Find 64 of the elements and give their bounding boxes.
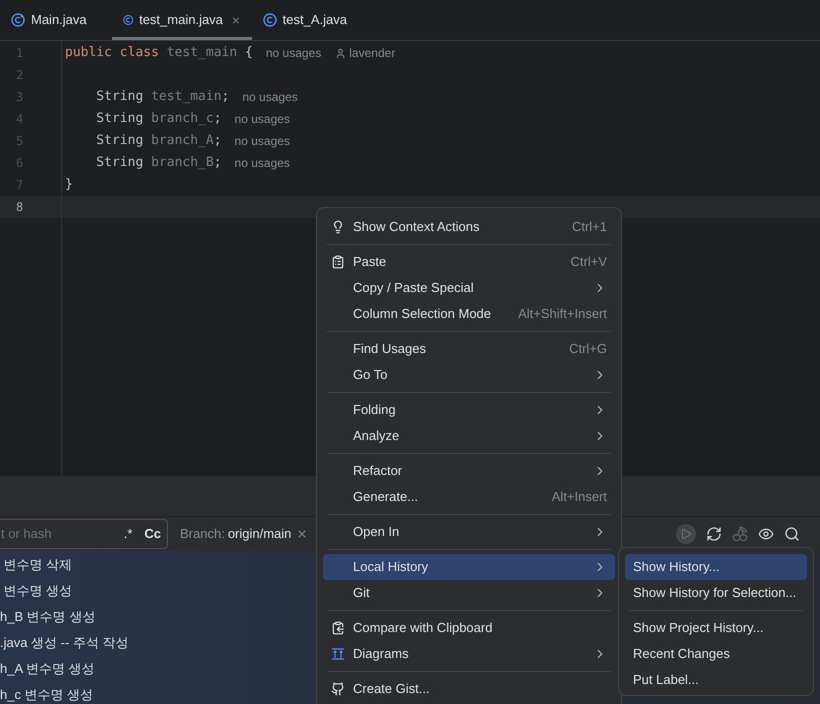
menu-item[interactable]: Local History [323, 554, 615, 580]
menu-item[interactable]: Diagrams [323, 641, 615, 667]
line-number: 8 [0, 196, 61, 218]
usages-hint[interactable]: no usages [234, 154, 290, 172]
code-line: } [65, 176, 73, 194]
code-line: String branch_A; [95, 132, 222, 150]
code-line: public class test_main { [65, 44, 253, 62]
eye-icon[interactable] [758, 526, 774, 542]
diagram-icon [331, 648, 345, 660]
code-line: String branch_B; [95, 154, 222, 172]
menu-item[interactable]: Folding [323, 397, 615, 423]
clear-filter-icon[interactable] [296, 528, 308, 540]
class-icon [122, 13, 134, 27]
usages-hint[interactable]: no usages [242, 88, 298, 106]
shortcut-label: Alt+Shift+Insert [518, 305, 607, 324]
refresh-icon[interactable] [706, 526, 722, 542]
editor-tab[interactable]: Main.java [0, 0, 98, 40]
menu-item[interactable]: Put Label... [625, 667, 807, 693]
code-line: String test_main; [95, 88, 230, 106]
menu-item[interactable]: Git [323, 580, 615, 606]
regex-toggle[interactable]: .* [124, 524, 132, 544]
commit-message[interactable]: .java 생성 -- 주석 작성 [0, 633, 129, 653]
lightbulb-icon [331, 220, 345, 234]
menu-item[interactable]: Go To [323, 362, 615, 388]
menu-item[interactable]: Create Gist... [323, 676, 615, 702]
commit-message[interactable]: h_c 변수명 생성 [0, 685, 94, 704]
shortcut-label: Ctrl+V [570, 253, 607, 272]
class-icon [11, 13, 25, 27]
branch-filter[interactable]: Branch: origin/main [180, 524, 292, 544]
commit-message[interactable]: 변수명 생성 [0, 581, 72, 601]
menu-item[interactable]: Show History... [625, 554, 807, 580]
menu-item[interactable]: Copy / Paste Special [323, 275, 615, 301]
menu-item[interactable]: Analyze [323, 423, 615, 449]
menu-item[interactable]: Refactor [323, 458, 615, 484]
github-icon [331, 682, 345, 696]
menu-item[interactable]: Recent Changes [625, 641, 807, 667]
menu-item[interactable]: Find Usages Ctrl+G [323, 336, 615, 362]
usages-hint[interactable]: no usages [266, 44, 322, 62]
editor-tab[interactable]: test_A.java [252, 0, 358, 40]
clipboard-compare-icon [331, 621, 345, 635]
usages-hint[interactable]: no usages [234, 132, 290, 150]
shortcut-label: Ctrl+1 [572, 218, 607, 236]
author-hint[interactable]: lavender [349, 44, 396, 62]
search-field[interactable]: t or hash .* Cc [0, 519, 168, 549]
class-icon [262, 13, 277, 27]
code-line: String branch_c; [95, 110, 222, 128]
menu-item[interactable]: Show Context Actions Ctrl+1 [323, 214, 615, 240]
menu-item[interactable]: Show Project History... [625, 615, 807, 641]
shortcut-label: Alt+Insert [552, 488, 607, 506]
commit-message[interactable]: h_A 변수명 생성 [0, 659, 95, 679]
person-icon [335, 48, 346, 58]
match-case-toggle[interactable]: Cc [144, 524, 161, 544]
usages-hint[interactable]: no usages [234, 110, 290, 128]
clipboard-icon [331, 255, 345, 269]
menu-item[interactable]: Compare with Clipboard [323, 615, 615, 641]
menu-item[interactable]: Paste Ctrl+V [323, 249, 615, 275]
search-icon[interactable] [784, 526, 800, 542]
menu-item[interactable]: Show History for Selection... [625, 580, 807, 606]
shortcut-label: Ctrl+G [569, 340, 607, 358]
commit-message[interactable]: h_B 변수명 생성 [0, 607, 96, 627]
commit-message[interactable]: 변수명 삭제 [0, 555, 72, 575]
editor-tab[interactable]: test_main.java [112, 0, 252, 40]
menu-item[interactable]: Open In [323, 519, 615, 545]
menu-item[interactable]: Column Selection Mode Alt+Shift+Insert [323, 301, 615, 327]
